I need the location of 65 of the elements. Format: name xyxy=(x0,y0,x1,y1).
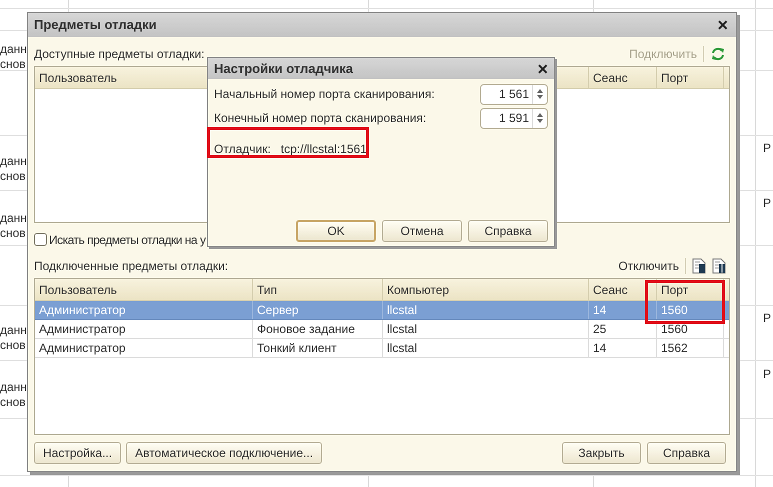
table-cell: 25 xyxy=(589,320,657,338)
dialog-button[interactable]: OK xyxy=(296,220,376,242)
table-cell-text: данн xyxy=(0,379,27,396)
document-icon[interactable] xyxy=(712,258,726,274)
table-cell-text: Р xyxy=(763,140,772,157)
document-icon[interactable] xyxy=(692,258,706,274)
table-cell: Сервер xyxy=(253,301,383,319)
table-cell: Администратор xyxy=(35,339,253,357)
section-label: Подключенные предметы отладки: xyxy=(34,258,228,275)
close-button[interactable]: × xyxy=(537,60,548,78)
table-cell-text: снов xyxy=(0,225,26,242)
table-cell: 1562 xyxy=(657,339,724,357)
table-cell: Фоновое задание xyxy=(253,320,383,338)
table-cell: 1560 xyxy=(657,301,724,319)
table-cell-text: снов xyxy=(0,168,26,185)
column-header[interactable]: Пользователь xyxy=(35,279,253,300)
column-header[interactable]: Сеанс xyxy=(589,67,657,88)
spinner-arrows-icon[interactable] xyxy=(535,111,545,125)
field-label: Отладчик: xyxy=(214,140,271,158)
table-cell: Администратор xyxy=(35,320,253,338)
table-cell: llcstal xyxy=(383,339,589,357)
column-header[interactable]: Порт xyxy=(657,279,724,300)
window-title: Предметы отладки xyxy=(34,16,157,34)
dialog-button[interactable]: Справка xyxy=(647,442,726,464)
table-cell-text: Р xyxy=(763,310,772,327)
field-label: Начальный номер порта сканирования: xyxy=(214,86,435,103)
table-cell-text: данн xyxy=(0,41,27,58)
link-button[interactable]: Отключить xyxy=(618,257,679,275)
window-title: Настройки отладчика xyxy=(214,60,354,78)
dialog-button[interactable]: Закрыть xyxy=(562,442,641,464)
table-cell: 1560 xyxy=(657,320,724,338)
table-cell-text: снов xyxy=(0,337,26,354)
table-row[interactable]: Администратор Фоновое задание llcstal 25 1560 xyxy=(35,320,729,339)
column-header[interactable]: Сеанс xyxy=(589,279,657,300)
table-cell-text: снов xyxy=(0,394,26,411)
table-cell: Тонкий клиент xyxy=(253,339,383,357)
dialog-button[interactable]: Отмена xyxy=(382,220,462,242)
column-header[interactable]: Тип xyxy=(253,279,383,300)
column-header[interactable]: Порт xyxy=(657,67,724,88)
table-cell: Администратор xyxy=(35,301,253,319)
number-spinner[interactable]: 1 591 xyxy=(480,108,548,128)
table-row[interactable]: Администратор Тонкий клиент llcstal 14 1562 xyxy=(35,339,729,358)
table-cell-text: снов xyxy=(0,56,26,73)
field-label: Конечный номер порта сканирования: xyxy=(214,110,426,127)
checkbox[interactable] xyxy=(34,233,47,246)
close-button[interactable]: × xyxy=(717,16,728,34)
checkbox-label: Искать предметы отладки на у xyxy=(49,232,206,248)
table-cell-text: данн xyxy=(0,210,27,227)
number-spinner[interactable]: 1 561 xyxy=(480,84,548,104)
spinner-arrows-icon[interactable] xyxy=(535,87,545,101)
table-cell: 14 xyxy=(589,301,657,319)
dialog-button[interactable]: Справка xyxy=(468,220,548,242)
refresh-icon[interactable] xyxy=(710,46,726,62)
table-cell-text: Р xyxy=(763,195,772,212)
table-cell-text: данн xyxy=(0,322,27,339)
table-cell-text: Р xyxy=(763,366,772,383)
table-cell: llcstal xyxy=(383,320,589,338)
dialog-button[interactable]: Автоматическое подключение... xyxy=(126,442,322,464)
table-cell: 14 xyxy=(589,339,657,357)
table-cell-text: данн xyxy=(0,153,27,170)
field-value: tcp://llcstal:1561 xyxy=(280,140,367,158)
table-cell: llcstal xyxy=(383,301,589,319)
column-header[interactable]: Компьютер xyxy=(383,279,589,300)
section-label: Доступные предметы отладки: xyxy=(34,46,204,63)
dialog-button[interactable]: Настройка... xyxy=(34,442,122,464)
